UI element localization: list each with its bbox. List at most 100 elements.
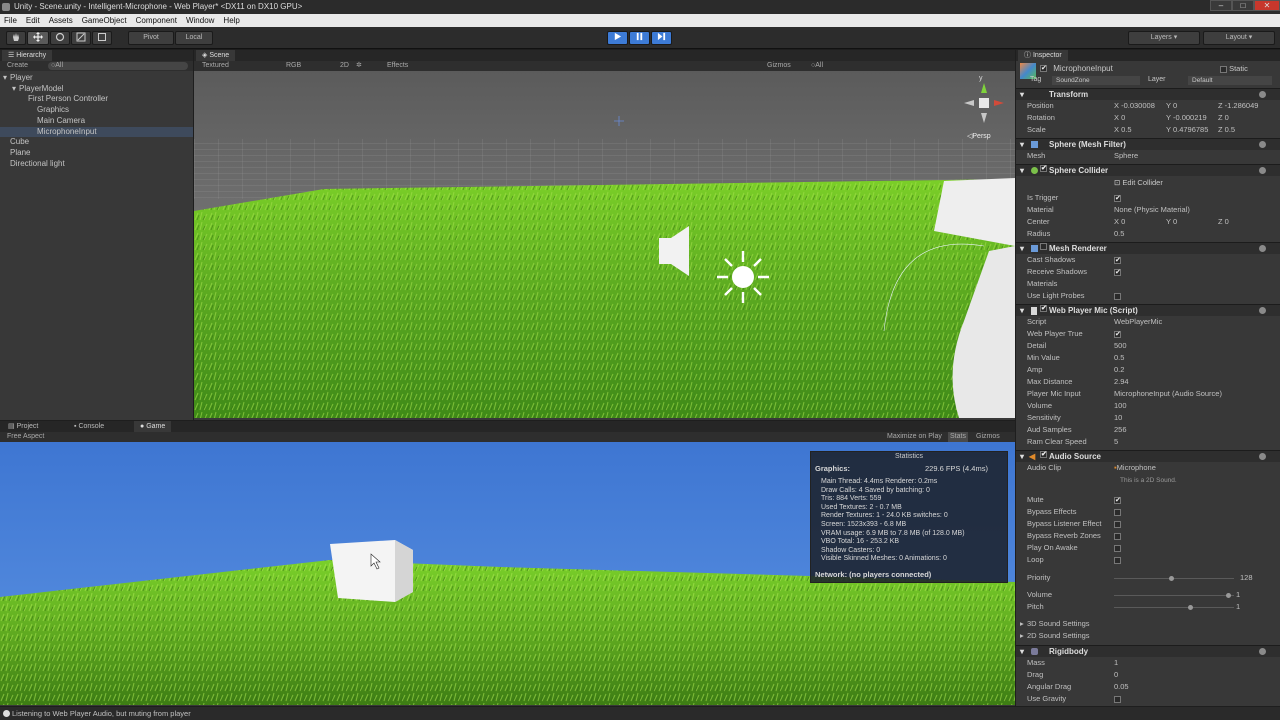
maximize-on-play-toggle[interactable]: Maximize on Play (887, 432, 942, 442)
stats-toggle[interactable]: Stats (948, 432, 968, 442)
audio-source-header[interactable]: ▾ ◀ ✔ Audio Source (1016, 450, 1280, 462)
hierarchy-item[interactable]: Graphics (0, 105, 193, 115)
z-field[interactable]: Z 0 (1218, 112, 1229, 124)
x-field[interactable]: X 0.5 (1114, 124, 1132, 136)
audio-toggle-checkbox[interactable] (1114, 532, 1121, 540)
object-active-checkbox[interactable]: ✔ (1040, 65, 1047, 73)
audio-toggle-checkbox[interactable] (1114, 508, 1121, 516)
tab-scene[interactable]: ◈ Scene (196, 50, 236, 61)
hierarchy-search[interactable]: ○All (48, 62, 188, 70)
web-player-true-checkbox[interactable]: ✔ (1114, 330, 1121, 338)
script-field-value[interactable]: 0.2 (1114, 364, 1124, 376)
scene-viewport[interactable]: y ◁Persp (194, 71, 1015, 418)
tag-dropdown[interactable]: SoundZone (1052, 76, 1140, 85)
hierarchy-item[interactable]: Main Camera (0, 116, 193, 126)
mesh-field[interactable]: Sphere (1114, 150, 1138, 162)
is-trigger-checkbox[interactable]: ✔ (1114, 194, 1121, 202)
scene-gizmos-dropdown[interactable]: Gizmos (767, 61, 791, 71)
layout-dropdown[interactable]: Layout ▾ (1203, 31, 1275, 45)
script-field-value[interactable]: WebPlayerMic (1114, 316, 1162, 328)
transform-header[interactable]: ▾ Transform (1016, 88, 1280, 100)
static-toggle[interactable]: Static (1220, 64, 1248, 73)
hierarchy-item[interactable]: Directional light (0, 159, 193, 169)
aspect-dropdown[interactable]: Free Aspect (7, 432, 44, 442)
script-enabled-checkbox[interactable]: ✔ (1040, 305, 1047, 312)
cast-shadows-checkbox[interactable]: ✔ (1114, 256, 1121, 264)
play-button[interactable] (607, 31, 628, 45)
volume-slider-knob[interactable] (1226, 593, 1231, 598)
hierarchy-item[interactable]: MicrophoneInput (0, 126, 193, 137)
hierarchy-item[interactable]: Plane (0, 148, 193, 158)
menu-edit[interactable]: Edit (26, 14, 40, 27)
lighting-toggle-icon[interactable]: ✲ (356, 61, 362, 71)
script-field-value[interactable]: 5 (1114, 436, 1118, 448)
script-field-value[interactable]: 0.5 (1114, 352, 1124, 364)
step-button[interactable] (651, 31, 672, 45)
menu-gameobject[interactable]: GameObject (82, 14, 127, 27)
script-field-value[interactable]: MicrophoneInput (Audio Source) (1114, 388, 1222, 400)
hierarchy-item[interactable]: ▾ Player (0, 73, 193, 83)
create-button[interactable]: Create (7, 61, 28, 71)
volume-slider-track[interactable] (1114, 595, 1234, 596)
scene-search[interactable]: ○All (811, 61, 823, 71)
rect-tool-button[interactable] (92, 31, 112, 45)
settings-gear-icon[interactable] (1259, 648, 1266, 655)
menu-window[interactable]: Window (186, 14, 214, 27)
tab-hierarchy[interactable]: ☰ Hierarchy (2, 50, 53, 61)
script-field-value[interactable]: 500 (1114, 340, 1127, 352)
use-gravity-checkbox[interactable] (1114, 695, 1121, 703)
materials-row[interactable]: Materials (1016, 278, 1280, 290)
settings-gear-icon[interactable] (1259, 307, 1266, 314)
rigidbody-header[interactable]: ▾ Rigidbody (1016, 645, 1280, 657)
pause-button[interactable] (629, 31, 650, 45)
settings-gear-icon[interactable] (1259, 91, 1266, 98)
priority-slider-track[interactable] (1114, 578, 1234, 579)
radius-field[interactable]: 0.5 (1114, 228, 1124, 240)
script-field-value[interactable]: 10 (1114, 412, 1122, 424)
tab-project[interactable]: ▤ Project (2, 421, 44, 432)
pitch-slider-track[interactable] (1114, 607, 1234, 608)
menu-component[interactable]: Component (136, 14, 177, 27)
sound-3d-foldout[interactable]: ▸ 3D Sound Settings (1016, 618, 1280, 630)
rigidbody-value[interactable]: 1 (1114, 657, 1118, 669)
tab-inspector[interactable]: ⓘ Inspector (1018, 50, 1068, 61)
settings-gear-icon[interactable] (1259, 453, 1266, 460)
object-name[interactable]: MicrophoneInput (1053, 64, 1113, 73)
script-header[interactable]: ▾ ✔ Web Player Mic (Script) (1016, 304, 1280, 316)
center-y-field[interactable]: Y 0 (1166, 216, 1177, 228)
status-message[interactable]: Listening to Web Player Audio, but mutin… (12, 709, 191, 718)
script-field-value[interactable]: 256 (1114, 424, 1127, 436)
audio-enabled-checkbox[interactable]: ✔ (1040, 451, 1047, 458)
persp-label[interactable]: ◁Persp (967, 132, 991, 140)
tab-console[interactable]: ▪ Console (68, 421, 110, 432)
z-field[interactable]: Z -1.286049 (1218, 100, 1258, 112)
audio-toggle-checkbox[interactable] (1114, 556, 1121, 564)
layer-dropdown[interactable]: Default (1188, 76, 1272, 85)
sphere-collider-header[interactable]: ▾ ✔ Sphere Collider (1016, 164, 1280, 176)
center-x-field[interactable]: X 0 (1114, 216, 1125, 228)
edit-collider-button[interactable]: ⊡ Edit Collider (1114, 178, 1163, 187)
menu-file[interactable]: File (4, 14, 17, 27)
shading-mode-dropdown[interactable]: Textured (202, 61, 229, 71)
effects-dropdown[interactable]: Effects (387, 61, 408, 71)
script-field-value[interactable]: 100 (1114, 400, 1127, 412)
settings-gear-icon[interactable] (1259, 245, 1266, 252)
menu-help[interactable]: Help (223, 14, 239, 27)
foldout-arrow-icon[interactable]: ▾ (12, 84, 16, 94)
2d-toggle[interactable]: 2D (340, 61, 349, 71)
foldout-arrow-icon[interactable]: ▾ (3, 73, 7, 83)
material-field[interactable]: None (Physic Material) (1114, 204, 1190, 216)
pivot-toggle[interactable]: Pivot (128, 31, 174, 45)
audio-clip-field[interactable]: ▪Microphone (1114, 462, 1156, 474)
rigidbody-value[interactable]: 0 (1114, 669, 1118, 681)
z-field[interactable]: Z 0.5 (1218, 124, 1235, 136)
priority-slider-knob[interactable] (1169, 576, 1174, 581)
close-button[interactable]: ✕ (1254, 0, 1280, 11)
rotate-tool-button[interactable] (50, 31, 70, 45)
script-field-value[interactable]: 2.94 (1114, 376, 1129, 388)
settings-gear-icon[interactable] (1259, 141, 1266, 148)
move-tool-button[interactable] (27, 31, 49, 45)
game-gizmos-dropdown[interactable]: Gizmos (976, 432, 1000, 442)
tab-game[interactable]: ● Game (134, 421, 172, 432)
rgb-dropdown[interactable]: RGB (286, 61, 301, 71)
